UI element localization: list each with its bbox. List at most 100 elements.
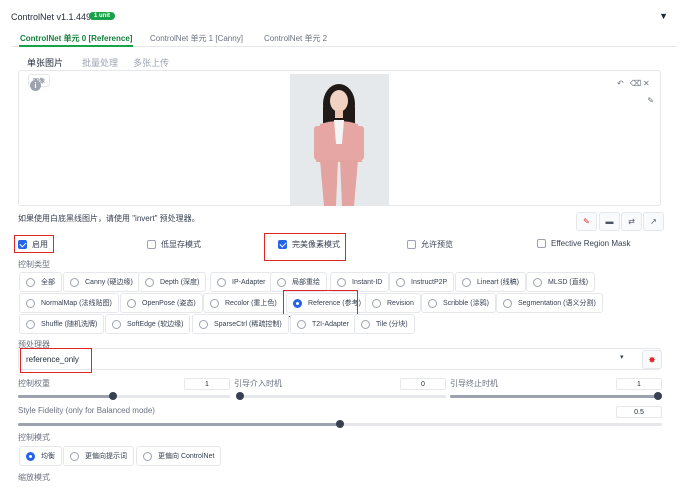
- control-type-scribble[interactable]: Scribble (涂鸦): [421, 293, 496, 313]
- control-mode-controlnet[interactable]: 更偏向 ControlNet: [136, 446, 222, 466]
- send-dimensions-button[interactable]: ↗: [643, 212, 664, 231]
- radio-dot[interactable]: [217, 277, 226, 287]
- radio-dot[interactable]: [70, 277, 79, 287]
- control-type-t2i-adapter[interactable]: T2I-Adapter: [290, 314, 356, 334]
- control-type-label-text: Segmentation (语义分割): [518, 300, 596, 307]
- control-type-instant-id[interactable]: Instant-ID: [330, 272, 390, 292]
- radio-dot[interactable]: [277, 277, 286, 287]
- end-step-slider-handle[interactable]: [654, 392, 662, 400]
- radio-dot[interactable]: [361, 319, 370, 329]
- tab-unit-2[interactable]: ControlNet 单元 2: [264, 33, 327, 44]
- control-type-instructp2p[interactable]: InstructP2P: [389, 272, 455, 292]
- control-mode-prompt[interactable]: 更偏向提示词: [63, 446, 134, 466]
- highlight-pixel-perfect: [264, 233, 346, 261]
- run-preprocessor-button[interactable]: ✸: [642, 350, 662, 369]
- radio-dot[interactable]: [503, 298, 512, 308]
- undo-icon[interactable]: ↶: [617, 79, 624, 88]
- tab-multi-upload[interactable]: 多张上传: [133, 56, 169, 69]
- pencil-button[interactable]: ✎: [576, 212, 597, 231]
- edit-icon[interactable]: ✎: [647, 96, 654, 105]
- low-vram-label: 低显存模式: [161, 240, 201, 249]
- close-icon[interactable]: ✕: [643, 79, 650, 88]
- radio-dot[interactable]: [210, 298, 219, 308]
- end-step-label: 引导终止时机: [450, 379, 498, 388]
- control-type-softedge[interactable]: SoftEdge (软边缘): [105, 314, 191, 334]
- allow-preview-label: 允许预览: [421, 240, 453, 249]
- preprocessor-dropdown[interactable]: [18, 348, 661, 370]
- checkbox-box[interactable]: [407, 240, 416, 249]
- control-type-tile[interactable]: Tile (分块): [354, 314, 415, 334]
- end-step-input[interactable]: 1: [616, 378, 662, 390]
- reference-photo: [290, 74, 389, 206]
- tab-unit-0[interactable]: ControlNet 单元 0 [Reference]: [20, 33, 132, 44]
- tab-batch[interactable]: 批量处理: [82, 56, 118, 69]
- control-type-sparsectrl[interactable]: SparseCtrl (稀疏控制): [192, 314, 289, 334]
- tab-unit-1[interactable]: ControlNet 单元 1 [Canny]: [150, 33, 243, 44]
- start-step-slider-track[interactable]: [236, 395, 446, 398]
- control-type-lineart[interactable]: Lineart (线稿): [455, 272, 527, 292]
- radio-dot[interactable]: [145, 277, 154, 287]
- style-fidelity-input[interactable]: 0.5: [616, 406, 662, 418]
- control-type-ip-adapter[interactable]: IP-Adapter: [210, 272, 273, 292]
- control-type-label-text: Shuffle (随机洗牌): [41, 321, 98, 328]
- radio-dot[interactable]: [26, 277, 35, 287]
- control-type-label-text: 局部重绘: [292, 279, 320, 286]
- radio-dot[interactable]: [533, 277, 542, 287]
- control-weight-slider-handle[interactable]: [109, 392, 117, 400]
- control-type-label-text: InstructP2P: [411, 278, 448, 286]
- radio-dot[interactable]: [26, 298, 35, 308]
- control-type-label-text: SoftEdge (软边缘): [127, 321, 184, 328]
- highlight-preprocessor: [20, 348, 92, 373]
- unit-count-badge: 1 unit: [89, 12, 115, 20]
- style-fidelity-slider-handle[interactable]: [336, 420, 344, 428]
- radio-dot[interactable]: [428, 298, 437, 308]
- info-icon: i: [30, 80, 41, 91]
- swap-button[interactable]: ⇄: [621, 212, 642, 231]
- control-type-depth[interactable]: Depth (深度): [138, 272, 207, 292]
- checkbox-box[interactable]: [537, 239, 546, 248]
- start-step-slider-handle[interactable]: [236, 392, 244, 400]
- control-type-normalmap[interactable]: NormalMap (法线贴图): [19, 293, 119, 313]
- radio-dot[interactable]: [337, 277, 346, 287]
- start-step-input[interactable]: 0: [400, 378, 446, 390]
- control-weight-label: 控制权重: [18, 379, 50, 388]
- control-weight-input[interactable]: 1: [184, 378, 230, 390]
- radio-dot[interactable]: [70, 451, 79, 461]
- control-type-revision[interactable]: Revision: [365, 293, 421, 313]
- radio-dot[interactable]: [26, 319, 35, 329]
- control-type-label-text: Recolor (重上色): [225, 300, 277, 307]
- radio-dot[interactable]: [127, 298, 136, 308]
- radio-dot[interactable]: [396, 277, 405, 287]
- eraser-icon[interactable]: ⌫: [630, 79, 641, 88]
- radio-dot[interactable]: [199, 319, 208, 329]
- control-type-segmentation[interactable]: Segmentation (语义分割): [496, 293, 603, 313]
- control-type-shuffle[interactable]: Shuffle (随机洗牌): [19, 314, 105, 334]
- low-vram-checkbox[interactable]: 低显存模式: [147, 239, 201, 250]
- radio-dot[interactable]: [297, 319, 306, 329]
- end-step-slider-fill: [450, 395, 662, 398]
- control-type-label-text: IP-Adapter: [232, 278, 266, 286]
- control-type-label-text: Tile (分块): [376, 321, 408, 328]
- checkbox-box[interactable]: [147, 240, 156, 249]
- control-type-all[interactable]: 全部: [19, 272, 62, 292]
- effective-region-mask-checkbox[interactable]: Effective Region Mask: [537, 239, 630, 248]
- control-type-openpose[interactable]: OpenPose (姿态): [120, 293, 203, 313]
- camera-button[interactable]: ▬: [599, 212, 620, 231]
- collapse-icon[interactable]: ▼: [659, 11, 668, 21]
- control-type-canny[interactable]: Canny (硬边缘): [63, 272, 140, 292]
- radio-dot[interactable]: [372, 298, 381, 308]
- control-mode-balanced[interactable]: 均衡: [19, 446, 62, 466]
- control-mode-option-text: 均衡: [41, 453, 55, 460]
- control-type-recolor[interactable]: Recolor (重上色): [203, 293, 284, 313]
- radio-dot[interactable]: [462, 277, 471, 287]
- control-type-inpaint[interactable]: 局部重绘: [270, 272, 327, 292]
- chevron-down-icon[interactable]: ▾: [620, 353, 624, 361]
- tab-single-image[interactable]: 单张图片: [27, 56, 63, 69]
- control-type-mlsd[interactable]: MLSD (直线): [526, 272, 596, 292]
- allow-preview-checkbox[interactable]: 允许预览: [407, 239, 453, 250]
- control-type-label-text: T2I-Adapter: [312, 320, 349, 328]
- control-weight-slider-fill: [18, 395, 113, 398]
- radio-dot[interactable]: [112, 319, 121, 329]
- radio-dot-selected[interactable]: [26, 451, 35, 461]
- radio-dot[interactable]: [143, 451, 152, 461]
